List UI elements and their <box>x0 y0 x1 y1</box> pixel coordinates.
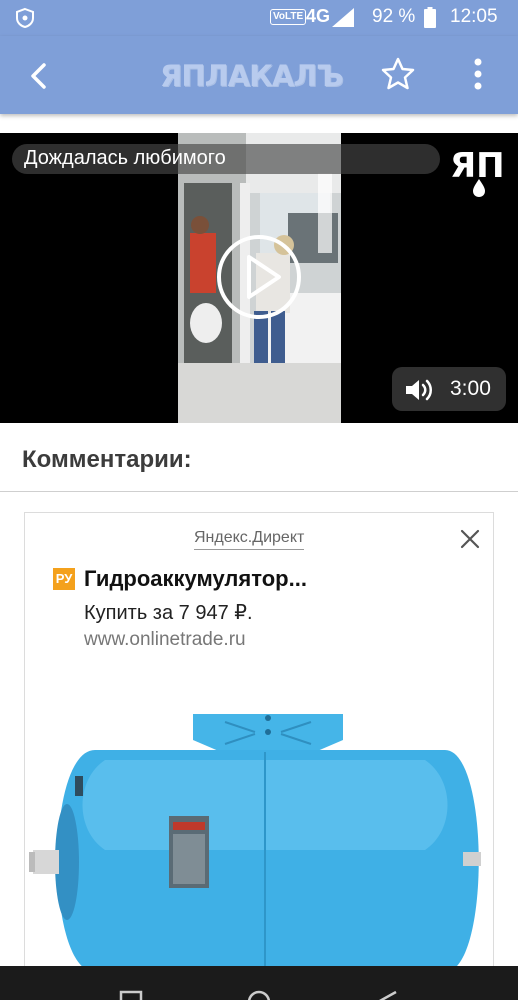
comments-heading: Комментарии: <box>22 446 192 473</box>
divider <box>0 491 518 492</box>
volume-icon[interactable] <box>404 377 438 403</box>
yap-logo-icon: ЯП <box>450 146 505 197</box>
more-vert-icon[interactable] <box>460 56 496 92</box>
status-bar: VoLTE 4G 92 % 12:05 <box>0 0 518 36</box>
video-player[interactable]: Дождалась любимого ЯП 3:00 <box>0 133 518 423</box>
video-title: Дождалась любимого <box>24 147 226 169</box>
ad-source-label[interactable]: Яндекс.Директ <box>194 529 305 550</box>
network-type: 4G <box>306 6 331 26</box>
play-icon[interactable] <box>215 233 303 321</box>
battery-percent: 92 % <box>372 6 416 27</box>
ad-price[interactable]: Купить за 7 947 ₽. <box>84 600 253 625</box>
signal-icon <box>332 8 354 27</box>
ad-favicon-badge: РУ <box>53 568 75 590</box>
video-duration: 3:00 <box>450 377 491 400</box>
app-bar: ЯПЛАКАЛЪ <box>0 36 518 114</box>
back-arrow-icon[interactable] <box>22 58 58 94</box>
site-logo[interactable]: ЯПЛАКАЛЪ <box>160 56 360 96</box>
star-icon[interactable] <box>380 56 416 92</box>
back-nav-icon[interactable] <box>374 986 400 1000</box>
ad-title[interactable]: Гидроаккумулятор... <box>84 566 307 592</box>
system-nav-bar <box>0 966 518 1000</box>
clock: 12:05 <box>450 6 498 27</box>
ad-url[interactable]: www.onlinetrade.ru <box>84 629 246 651</box>
volte-badge: VoLTE <box>270 9 307 25</box>
water-tank-image[interactable] <box>25 700 493 972</box>
close-icon[interactable] <box>458 527 482 551</box>
recent-apps-icon[interactable] <box>118 986 144 1000</box>
home-icon[interactable] <box>246 986 272 1000</box>
battery-icon <box>424 7 436 28</box>
yap-logo-text: ЯП <box>450 146 505 186</box>
shield-icon <box>16 7 34 29</box>
